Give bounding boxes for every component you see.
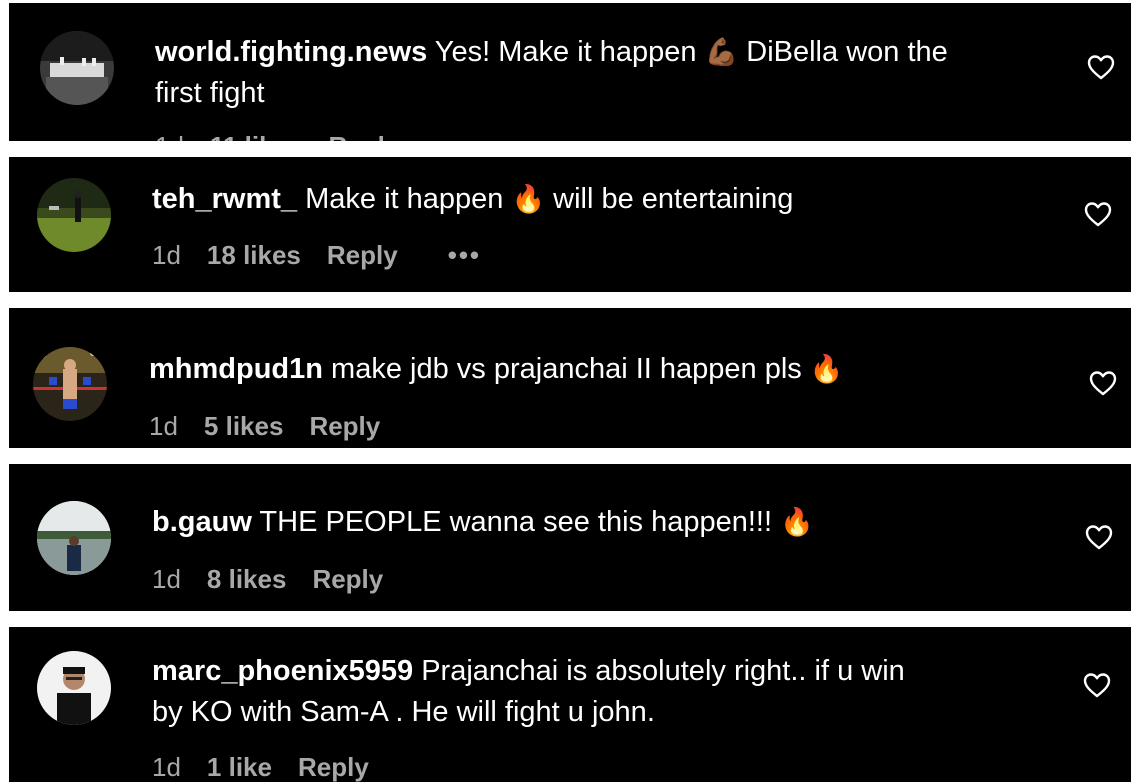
- avatar[interactable]: [37, 501, 111, 575]
- comment-likes[interactable]: 8 likes: [207, 564, 287, 595]
- comment-body-cont: will be entertaining: [545, 183, 794, 215]
- avatar-image-ring-arena: [40, 31, 114, 105]
- avatar[interactable]: [33, 347, 107, 421]
- comment-meta: 1d 11 likes Reply: [155, 131, 425, 141]
- avatar[interactable]: [40, 31, 114, 105]
- reply-button[interactable]: Reply: [328, 131, 399, 141]
- heart-outline-icon[interactable]: [1083, 672, 1111, 698]
- avatar[interactable]: [37, 178, 111, 252]
- comment-body: make jdb vs prajanchai II happen pls: [323, 353, 810, 385]
- comment-body: Yes! Make it happen: [427, 36, 705, 68]
- comment-text: marc_phoenix5959 Prajanchai is absolutel…: [152, 651, 1062, 733]
- comment-body: Prajanchai is absolutely right.. if u wi…: [413, 655, 905, 687]
- more-dots-icon[interactable]: •••: [448, 240, 481, 271]
- comment-likes[interactable]: 1 like: [207, 752, 272, 782]
- reply-button[interactable]: Reply: [312, 564, 383, 595]
- flexed-biceps-emoji: 💪🏾: [704, 37, 739, 68]
- heart-outline-icon[interactable]: [1089, 370, 1117, 396]
- comment-body-line2: first fight: [155, 77, 265, 109]
- comment-meta: 1d 18 likes Reply •••: [152, 240, 507, 271]
- comment-username[interactable]: marc_phoenix5959: [152, 655, 413, 687]
- comment-text: teh_rwmt_ Make it happen 🔥 will be enter…: [152, 179, 1062, 220]
- comment-likes[interactable]: 18 likes: [207, 240, 301, 271]
- reply-button[interactable]: Reply: [327, 240, 398, 271]
- comment-meta: 1d 1 like Reply: [152, 752, 395, 782]
- comment-username[interactable]: world.fighting.news: [155, 36, 427, 68]
- comment-username[interactable]: mhmdpud1n: [149, 353, 323, 385]
- comment-likes[interactable]: 5 likes: [204, 411, 284, 442]
- comment-time[interactable]: 1d: [152, 240, 181, 271]
- comment-panel: teh_rwmt_ Make it happen 🔥 will be enter…: [9, 157, 1131, 292]
- comment-body-line2: by KO with Sam-A . He will fight u john.: [152, 696, 655, 728]
- comment-time[interactable]: 1d: [152, 752, 181, 782]
- comment-panel: b.gauw THE PEOPLE wanna see this happen!…: [9, 464, 1131, 611]
- fire-emoji: 🔥: [809, 354, 844, 385]
- comment-text: mhmdpud1n make jdb vs prajanchai II happ…: [149, 349, 1059, 390]
- comment-panel: world.fighting.news Yes! Make it happen …: [9, 3, 1131, 141]
- comment-body-cont: DiBella won the: [738, 36, 948, 68]
- comment-username[interactable]: b.gauw: [152, 506, 252, 538]
- comment-likes[interactable]: 11 likes: [210, 131, 303, 141]
- avatar-image-lake-person: [37, 501, 111, 575]
- comment-body: THE PEOPLE wanna see this happen!!!: [251, 506, 781, 538]
- comment-text: b.gauw THE PEOPLE wanna see this happen!…: [152, 502, 1062, 543]
- reply-button[interactable]: Reply: [309, 411, 380, 442]
- comment-body: Make it happen: [297, 183, 512, 215]
- comment-time[interactable]: 1d: [152, 564, 181, 595]
- heart-outline-icon[interactable]: [1085, 524, 1113, 550]
- comment-username[interactable]: teh_rwmt_: [152, 183, 297, 215]
- comment-text: world.fighting.news Yes! Make it happen …: [155, 32, 1065, 114]
- avatar[interactable]: [37, 651, 111, 725]
- comment-meta: 1d 8 likes Reply: [152, 564, 409, 595]
- avatar-image-training-field: [37, 178, 111, 252]
- heart-outline-icon[interactable]: [1087, 54, 1115, 80]
- reply-button[interactable]: Reply: [298, 752, 369, 782]
- comment-panel: mhmdpud1n make jdb vs prajanchai II happ…: [9, 308, 1131, 448]
- comment-time[interactable]: 1d: [155, 131, 184, 141]
- comment-panel: marc_phoenix5959 Prajanchai is absolutel…: [9, 627, 1131, 782]
- comment-meta: 1d 5 likes Reply: [149, 411, 406, 442]
- heart-outline-icon[interactable]: [1084, 201, 1112, 227]
- fire-emoji: 🔥: [780, 507, 814, 538]
- comment-time[interactable]: 1d: [149, 411, 178, 442]
- avatar-image-fighter-ring: [33, 347, 107, 421]
- avatar-image-person-white: [37, 651, 111, 725]
- fire-emoji: 🔥: [511, 184, 546, 215]
